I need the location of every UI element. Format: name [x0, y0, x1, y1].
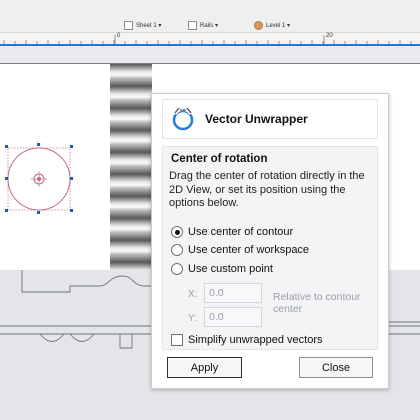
- sheet-selector[interactable]: Sheet 1 ▾: [124, 21, 161, 30]
- layer-toolbar: Sheet 1 ▾ Rails ▾ Level 1 ▾: [0, 0, 420, 33]
- radio-center-of-contour[interactable]: Use center of contour: [171, 226, 293, 238]
- relative-hint: Relative to contour center: [273, 291, 361, 315]
- radio-button-selected[interactable]: [171, 226, 183, 238]
- level-icon: [254, 21, 263, 30]
- section-description: Drag the center of rotation directly in …: [169, 170, 365, 209]
- x-coordinate-field[interactable]: 0.0: [204, 283, 262, 303]
- sheet-selector-label: Sheet 1 ▾: [136, 23, 162, 29]
- dialog-title: Vector Unwrapper: [205, 112, 308, 126]
- rails-icon: [188, 21, 197, 30]
- sheet-icon: [124, 21, 133, 30]
- checkbox-label: Simplify unwrapped vectors: [188, 334, 323, 346]
- x-label: X:: [188, 289, 198, 300]
- radio-label: Use center of contour: [188, 226, 294, 238]
- section-title: Center of rotation: [171, 153, 268, 165]
- simplify-vectors-checkbox[interactable]: Simplify unwrapped vectors: [171, 334, 323, 346]
- close-button[interactable]: Close: [299, 357, 373, 378]
- y-coordinate-field[interactable]: 0.0: [204, 307, 262, 327]
- rails-selector[interactable]: Rails ▾: [188, 21, 218, 30]
- selected-contour: [5, 143, 73, 214]
- rails-selector-label: Rails ▾: [200, 23, 219, 29]
- checkbox-box[interactable]: [171, 334, 183, 346]
- radio-button[interactable]: [171, 263, 183, 275]
- radio-center-of-workspace[interactable]: Use center of workspace: [171, 244, 309, 256]
- radio-button[interactable]: [171, 244, 183, 256]
- unwrapped-relief-preview: [110, 64, 152, 270]
- dialog-header: Vector Unwrapper: [162, 99, 378, 139]
- ruler-label-20: 20: [326, 33, 333, 39]
- center-of-rotation-section: Center of rotation Drag the center of ro…: [162, 146, 378, 350]
- y-label: Y:: [188, 313, 197, 324]
- ruler-ticks: [3, 35, 412, 44]
- ruler-indicator: [0, 44, 420, 46]
- radio-label: Use center of workspace: [188, 244, 310, 256]
- ruler-label-0: 0: [117, 33, 121, 39]
- level-selector[interactable]: Level 1 ▾: [254, 21, 290, 30]
- level-selector-label: Level 1 ▾: [266, 23, 291, 29]
- apply-button[interactable]: Apply: [167, 357, 242, 378]
- radio-label: Use custom point: [188, 263, 273, 275]
- vector-unwrapper-dialog: Vector Unwrapper Center of rotation Drag…: [151, 93, 389, 389]
- radio-custom-point[interactable]: Use custom point: [171, 263, 273, 275]
- vector-unwrapper-icon: [172, 107, 194, 131]
